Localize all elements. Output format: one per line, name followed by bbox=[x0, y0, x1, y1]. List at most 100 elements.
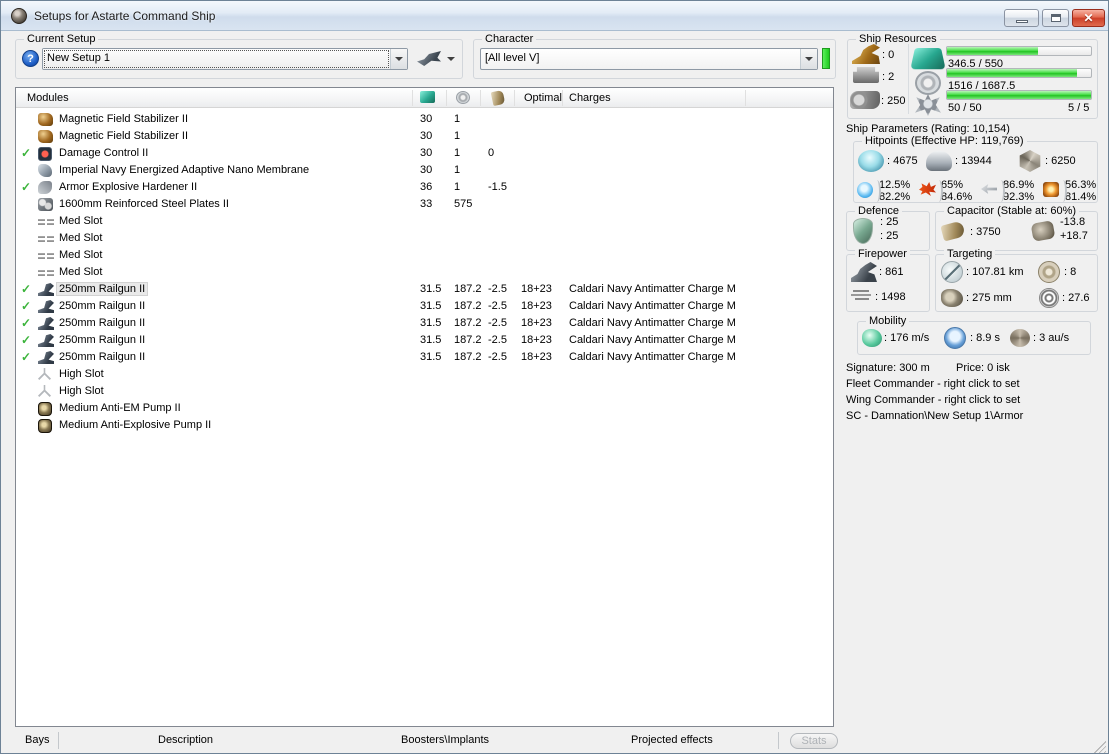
divider bbox=[412, 90, 413, 106]
capacitor-label: Capacitor (Stable at: 60%) bbox=[944, 205, 1080, 217]
module-row[interactable]: ✓ 250mm Railgun II 31.5 187.2 -2.5 18+23… bbox=[16, 349, 833, 366]
close-icon: ✕ bbox=[1083, 11, 1094, 25]
divider bbox=[480, 90, 481, 106]
resist-shield-value: 12.5% bbox=[879, 179, 911, 191]
tab-boosters-implants[interactable]: Boosters\Implants bbox=[401, 734, 489, 746]
module-row[interactable]: Medium Anti-Explosive Pump II bbox=[16, 417, 833, 434]
cpu-bar bbox=[946, 46, 1092, 56]
module-charges-value: Caldari Navy Antimatter Charge M bbox=[569, 300, 736, 312]
tab-bays[interactable]: Bays bbox=[25, 734, 49, 746]
squad-commander-text[interactable]: SC - Damnation\New Setup 1\Armor bbox=[846, 410, 1023, 422]
resist-damage-type-icon bbox=[919, 182, 936, 196]
setup-combobox-value: New Setup 1 bbox=[43, 49, 390, 69]
setup-tools-dropdown-icon[interactable] bbox=[447, 57, 455, 61]
minimize-button[interactable] bbox=[1004, 9, 1039, 27]
maximize-button[interactable] bbox=[1042, 9, 1069, 27]
scan-resolution-icon bbox=[941, 289, 963, 307]
module-row[interactable]: Imperial Navy Energized Adaptive Nano Me… bbox=[16, 162, 833, 179]
optimal-column-header[interactable]: Optimal bbox=[524, 92, 562, 104]
module-name: Medium Anti-Explosive Pump II bbox=[59, 419, 212, 431]
fleet-commander-text[interactable]: Fleet Commander - right click to set bbox=[846, 378, 1020, 390]
module-row[interactable]: High Slot bbox=[16, 366, 833, 383]
resist-cell: 12.5% 82.2% bbox=[857, 178, 919, 204]
title-bar[interactable]: Setups for Astarte Command Ship ✕ bbox=[1, 1, 1108, 31]
setup-combobox-arrow[interactable] bbox=[390, 49, 407, 69]
module-name: Med Slot bbox=[59, 249, 103, 261]
wing-commander-text[interactable]: Wing Commander - right click to set bbox=[846, 394, 1020, 406]
calibration-icon bbox=[850, 91, 880, 109]
resist-shield-value: 56.3% bbox=[1065, 179, 1097, 191]
module-icon bbox=[38, 419, 52, 433]
resize-grip[interactable] bbox=[1094, 741, 1106, 753]
charges-column-header[interactable]: Charges bbox=[569, 92, 611, 104]
modules-table-header[interactable]: Modules Optimal Charges bbox=[16, 88, 833, 108]
powergrid-bar-fill bbox=[947, 69, 1077, 77]
module-row[interactable]: High Slot bbox=[16, 383, 833, 400]
character-combobox-arrow[interactable] bbox=[800, 49, 817, 69]
window-title: Setups for Astarte Command Ship bbox=[34, 9, 216, 23]
launcher-slots-value: : 2 bbox=[882, 71, 895, 83]
stats-button[interactable]: Stats bbox=[790, 733, 838, 749]
module-pg-value: 575 bbox=[454, 198, 473, 210]
module-row[interactable]: ✓ 250mm Railgun II 31.5 187.2 -2.5 18+23… bbox=[16, 281, 833, 298]
module-row[interactable]: Med Slot bbox=[16, 264, 833, 281]
module-name: Imperial Navy Energized Adaptive Nano Me… bbox=[59, 164, 310, 176]
volley-value: : 1498 bbox=[875, 291, 906, 303]
module-name: Medium Anti-EM Pump II bbox=[59, 402, 181, 414]
max-targets-value: : 8 bbox=[1064, 266, 1077, 278]
module-charges-value: Caldari Navy Antimatter Charge M bbox=[569, 317, 736, 329]
agility-icon bbox=[944, 327, 966, 349]
module-row[interactable]: Medium Anti-EM Pump II bbox=[16, 400, 833, 417]
modules-column-header[interactable]: Modules bbox=[27, 92, 69, 104]
module-row[interactable]: 1600mm Reinforced Steel Plates II 33 575 bbox=[16, 196, 833, 213]
module-row[interactable]: Med Slot bbox=[16, 213, 833, 230]
help-icon[interactable]: ? bbox=[22, 50, 39, 67]
capacitor-column-icon[interactable] bbox=[490, 89, 506, 107]
tab-description[interactable]: Description bbox=[158, 734, 213, 746]
module-name: 250mm Railgun II bbox=[59, 300, 146, 312]
module-icon bbox=[38, 113, 53, 126]
defence-value-1: : 25 bbox=[880, 216, 899, 228]
setup-combobox[interactable]: New Setup 1 bbox=[42, 48, 408, 70]
module-icon bbox=[38, 164, 52, 177]
module-row[interactable]: Med Slot bbox=[16, 230, 833, 247]
module-cap-value: -2.5 bbox=[488, 334, 507, 346]
powergrid-icon bbox=[915, 71, 941, 95]
module-row[interactable]: Med Slot bbox=[16, 247, 833, 264]
module-optimal-value: 18+23 bbox=[521, 351, 552, 363]
module-row[interactable]: ✓ 250mm Railgun II 31.5 187.2 -2.5 18+23… bbox=[16, 298, 833, 315]
module-name: Magnetic Field Stabilizer II bbox=[59, 113, 188, 125]
capacitor-icon bbox=[940, 220, 966, 242]
module-charges-value: Caldari Navy Antimatter Charge M bbox=[569, 334, 736, 346]
targeting-range-value: : 107.81 km bbox=[966, 266, 1024, 278]
resist-damage-type-icon bbox=[981, 184, 997, 194]
module-cpu-value: 31.5 bbox=[420, 351, 442, 363]
character-combobox[interactable]: [All level V] bbox=[480, 48, 818, 70]
module-cpu-value: 33 bbox=[420, 198, 433, 210]
module-pg-value: 1 bbox=[454, 147, 461, 159]
module-optimal-value: 18+23 bbox=[521, 283, 552, 295]
module-row[interactable]: Magnetic Field Stabilizer II 30 1 bbox=[16, 128, 833, 145]
close-button[interactable]: ✕ bbox=[1072, 9, 1105, 27]
turret-slots-icon bbox=[852, 44, 880, 64]
warp-speed-icon bbox=[1010, 329, 1030, 347]
resist-armor-value: 81.4% bbox=[1065, 191, 1097, 203]
powergrid-column-icon[interactable] bbox=[456, 91, 470, 104]
volley-icon bbox=[851, 289, 873, 303]
module-row[interactable]: ✓ Armor Explosive Hardener II 36 1 -1.5 bbox=[16, 179, 833, 196]
tab-projected-effects[interactable]: Projected effects bbox=[631, 734, 713, 746]
module-cap-value: -1.5 bbox=[488, 181, 507, 193]
warp-speed-value: : 3 au/s bbox=[1033, 332, 1070, 344]
module-row[interactable]: Magnetic Field Stabilizer II 30 1 bbox=[16, 111, 833, 128]
armor-hp-value: : 13944 bbox=[955, 155, 992, 167]
resist-armor-value: 92.3% bbox=[1003, 191, 1035, 203]
capacitor-group: Capacitor (Stable at: 60%) : 3750 -13.8 … bbox=[935, 205, 1098, 251]
module-cpu-value: 30 bbox=[420, 164, 433, 176]
cpu-column-icon[interactable] bbox=[420, 91, 435, 103]
module-row[interactable]: ✓ 250mm Railgun II 31.5 187.2 -2.5 18+23… bbox=[16, 315, 833, 332]
setup-tools-icon[interactable] bbox=[417, 51, 441, 66]
module-row[interactable]: ✓ Damage Control II 30 1 0 bbox=[16, 145, 833, 162]
module-row[interactable]: ✓ 250mm Railgun II 31.5 187.2 -2.5 18+23… bbox=[16, 332, 833, 349]
mobility-group: Mobility : 176 m/s : 8.9 s : 3 au/s bbox=[857, 315, 1091, 355]
divider bbox=[446, 90, 447, 106]
